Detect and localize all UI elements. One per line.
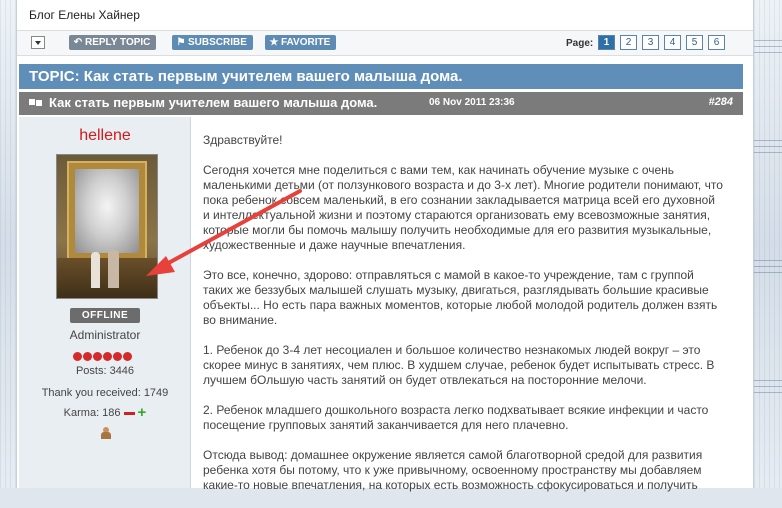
page-link[interactable]: 1	[598, 35, 615, 50]
post-paragraph: 1. Ребенок до 3-4 лет несоциален и больш…	[203, 343, 715, 387]
subscribe-button[interactable]: ⚑ SUBSCRIBE	[172, 35, 253, 50]
rank-dot	[73, 352, 82, 361]
post-title[interactable]: Как стать первым учителем вашего малыша …	[49, 95, 377, 110]
pager-label: Page:	[566, 38, 594, 49]
karma-plus-icon[interactable]: +	[138, 405, 147, 420]
page-link[interactable]: 2	[620, 35, 637, 50]
author-role: Administrator	[69, 328, 141, 342]
post-body: Здравствуйте! Сегодня хочется мне подели…	[203, 133, 723, 508]
post-paragraph: 2. Ребенок младшего дошкольного возраста…	[203, 403, 709, 432]
post-marker-icon	[36, 100, 42, 106]
page-link[interactable]: 6	[708, 35, 725, 50]
post-paragraph: Это все, конечно, здорово: отправляться …	[203, 268, 718, 327]
female-user-icon	[101, 427, 111, 439]
author-posts: Posts: 3446	[75, 365, 135, 377]
portrait-photo	[75, 169, 139, 253]
author-name[interactable]: hellene	[19, 127, 191, 145]
flag-icon: ⚑	[176, 37, 186, 48]
forum-frame: Блог Елены Хайнер ↶ REPLY TOPIC ⚑ SUBSCRIB…	[16, 0, 754, 492]
status-badge: OFFLINE	[70, 308, 140, 323]
rank-dot	[93, 352, 102, 361]
figure	[91, 252, 100, 288]
page-link[interactable]: 3	[642, 35, 659, 50]
page-link[interactable]: 5	[686, 35, 703, 50]
gallery-floor	[57, 258, 157, 298]
post-marker-icon	[29, 99, 35, 105]
author-karma: Karma: 186	[63, 407, 121, 419]
subscribe-label: SUBSCRIBE	[188, 37, 247, 48]
favorite-label: FAVORITE	[281, 37, 331, 48]
author-karma-row: Karma: 186 +	[19, 405, 191, 420]
rank-dot	[83, 352, 92, 361]
favorite-button[interactable]: ★ FAVORITE	[265, 35, 337, 50]
portrait-frame	[67, 161, 147, 261]
rank-dot	[123, 352, 132, 361]
post-paragraph: Сегодня хочется мне поделиться с вами те…	[203, 163, 723, 252]
blog-title: Блог Елены Хайнер	[29, 8, 140, 22]
rank-dots	[73, 348, 133, 361]
post-header: Как стать первым учителем вашего малыша …	[19, 92, 743, 115]
author-thanks: Thank you received: 1749	[41, 387, 169, 399]
topic-title-bar: TOPIC: Как стать первым учителем вашего …	[19, 64, 743, 89]
topic-toolbar: ↶ REPLY TOPIC ⚑ SUBSCRIBE ★ FAVORITE Page: …	[17, 30, 753, 56]
page-link[interactable]: 4	[664, 35, 681, 50]
background-left	[0, 0, 16, 488]
post-number[interactable]: #284	[709, 96, 733, 108]
reply-arrow-icon: ↶	[73, 37, 83, 48]
figure	[108, 250, 119, 288]
avatar[interactable]	[56, 154, 158, 299]
star-icon: ★	[269, 37, 279, 48]
reply-topic-button[interactable]: ↶ REPLY TOPIC	[69, 35, 157, 50]
background-right	[754, 0, 782, 488]
rank-dot	[103, 352, 112, 361]
author-sidebar: hellene OFFLINE Administrator Posts: 344…	[19, 117, 191, 488]
rank-dot	[113, 352, 122, 361]
karma-minus-icon[interactable]	[123, 411, 135, 415]
reply-topic-label: REPLY TOPIC	[85, 37, 151, 48]
post-date: 06 Nov 2011 23:36	[429, 97, 515, 108]
post-paragraph: Отсюда вывод: домашнее окружение являетс…	[203, 448, 703, 492]
dropdown-toggle[interactable]	[31, 36, 45, 49]
post-paragraph: Здравствуйте!	[203, 133, 283, 147]
